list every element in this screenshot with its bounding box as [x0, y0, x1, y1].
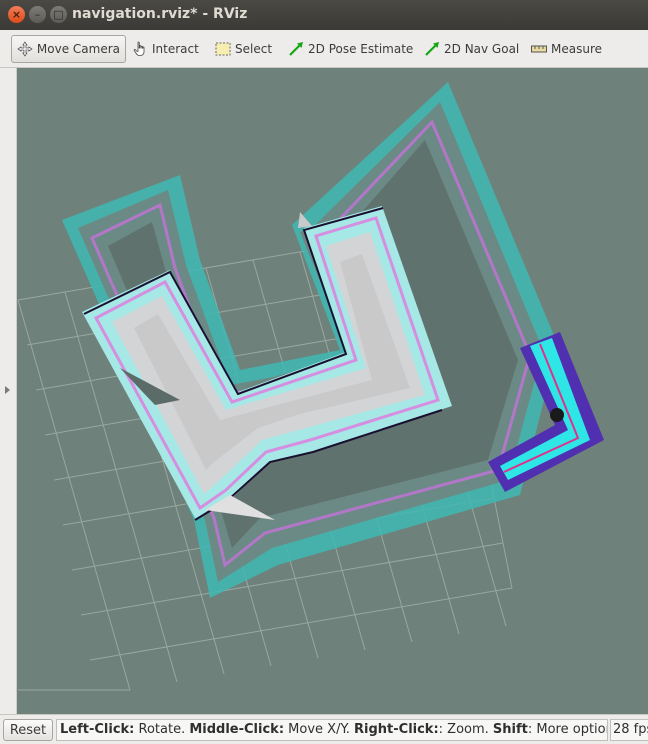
help-value: Move X/Y. [284, 722, 355, 737]
hand-pointer-icon [133, 41, 145, 56]
green-arrow-icon [425, 42, 439, 56]
maximize-icon: □ [53, 8, 64, 21]
window-titlebar: × – □ navigation.rviz* - RViz [0, 0, 648, 30]
help-key: Middle-Click: [189, 722, 285, 737]
tool-label: Measure [551, 42, 602, 56]
tools-toolbar: Move Camera Interact Select 2D Pose Esti… [0, 30, 648, 68]
move-camera-icon [17, 41, 33, 57]
tool-2d-pose-estimate[interactable]: 2D Pose Estimate [283, 35, 418, 63]
tool-select[interactable]: Select [210, 35, 277, 63]
help-key: Right-Click: [354, 722, 439, 737]
selection-box-icon [215, 42, 231, 56]
reset-button[interactable]: Reset [3, 719, 53, 741]
tool-measure[interactable]: Measure [526, 35, 607, 63]
tool-label: Interact [152, 42, 199, 56]
fps-readout: 28 fps [610, 719, 648, 741]
help-value: Rotate. [134, 722, 190, 737]
tool-label: 2D Pose Estimate [308, 42, 414, 56]
tool-move-camera[interactable]: Move Camera [11, 35, 126, 63]
window-minimize-button[interactable]: – [29, 6, 46, 23]
help-value: : More options. [527, 722, 607, 737]
help-value: : Zoom. [438, 722, 493, 737]
tool-label: 2D Nav Goal [444, 42, 520, 56]
map-scene [17, 82, 604, 691]
tool-interact[interactable]: Interact [127, 35, 204, 63]
status-bar: Reset Left-Click: Rotate. Middle-Click: … [0, 714, 648, 744]
help-key: Left-Click: [60, 722, 135, 737]
3d-render-viewport[interactable] [17, 68, 648, 714]
mouse-help-text: Left-Click: Rotate. Middle-Click: Move X… [56, 719, 608, 741]
close-icon: × [11, 8, 22, 21]
tool-label: Move Camera [36, 42, 120, 56]
tool-label: Select [235, 42, 273, 56]
ruler-icon [531, 45, 547, 53]
window-close-button[interactable]: × [8, 6, 25, 23]
minimize-icon: – [34, 8, 41, 21]
tool-2d-nav-goal[interactable]: 2D Nav Goal [419, 35, 524, 63]
left-panel-collapse-bar[interactable] [0, 68, 17, 714]
window-title: navigation.rviz* - RViz [72, 6, 248, 22]
window-maximize-button[interactable]: □ [50, 6, 67, 23]
robot-marker [550, 408, 564, 422]
green-arrow-icon [289, 42, 303, 56]
expand-arrow-icon [5, 386, 10, 394]
help-key: Shift [492, 722, 528, 737]
